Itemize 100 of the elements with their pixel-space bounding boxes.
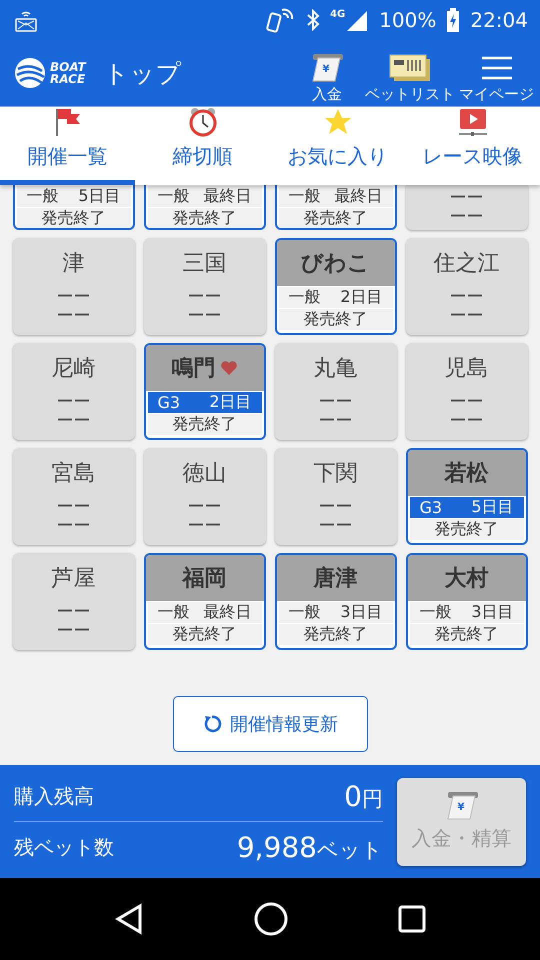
no-race-mark: ーー: [450, 307, 484, 326]
venue-card[interactable]: 丸亀 ーー ーー: [274, 343, 396, 440]
header-action[interactable]: ¥ 入金: [293, 52, 361, 104]
battery-charging-icon: [446, 8, 460, 32]
venue-card[interactable]: 鳴門 G3 2日目 発売終了: [144, 343, 266, 440]
grade-label: 一般: [158, 602, 190, 623]
no-race-mark: ーー: [56, 603, 90, 622]
venue-card[interactable]: 一般 5日目 発売終了: [12, 185, 134, 230]
grade-label: 一般: [420, 602, 452, 623]
sales-status: 発売終了: [410, 624, 524, 645]
network-type: 4G: [330, 9, 346, 20]
venue-card[interactable]: 一般 最終日 発売終了: [274, 185, 396, 230]
no-race-mark: ーー: [450, 208, 484, 226]
no-race-mark: ーー: [450, 288, 484, 307]
venue-card[interactable]: 三国 ーー ーー: [144, 238, 266, 335]
venue-card[interactable]: 芦屋 ーー ーー: [12, 553, 134, 650]
venue-name: 唐津: [314, 565, 358, 593]
day-label: 2日目: [340, 287, 382, 308]
no-race-mark: ーー: [450, 393, 484, 412]
day-label: 5日目: [471, 497, 514, 518]
venue-card[interactable]: 福岡 一般 最終日 発売終了: [144, 553, 266, 650]
sales-status: 発売終了: [278, 309, 392, 330]
no-race-mark: ーー: [56, 307, 90, 326]
venue-card[interactable]: 尼崎 ーー ーー: [12, 343, 134, 440]
venue-name: 徳山: [182, 460, 226, 488]
balance-unit: 円: [362, 786, 383, 812]
recents-icon[interactable]: [398, 905, 426, 933]
no-race-mark: ーー: [318, 498, 352, 517]
venue-name: 住之江: [434, 250, 500, 278]
no-race-mark: ーー: [188, 517, 222, 536]
venue-card[interactable]: 津 ーー ーー: [12, 238, 134, 335]
grade-label: 一般: [288, 602, 320, 623]
no-race-mark: ーー: [450, 412, 484, 431]
venue-name: びわこ: [301, 250, 370, 278]
venue-card[interactable]: 一般 最終日 発売終了: [144, 185, 266, 230]
balance-value: 9,988: [236, 830, 317, 864]
venue-card[interactable]: 宮島 ーー ーー: [12, 448, 134, 545]
venue-card[interactable]: 児島 ーー ーー: [406, 343, 528, 440]
logo-mark-icon: [14, 57, 46, 89]
venue-card[interactable]: 住之江 ーー ーー: [406, 238, 528, 335]
tab[interactable]: お気に入り: [270, 107, 405, 185]
no-race-mark: ーー: [56, 498, 90, 517]
logo-text: RACE: [50, 73, 86, 85]
day-label: 2日目: [209, 392, 252, 413]
venue-name: 三国: [182, 250, 226, 278]
venue-card[interactable]: 大村 一般 3日目 発売終了: [406, 553, 528, 650]
venue-card[interactable]: ーー ーー: [406, 185, 528, 230]
sales-status: 発売終了: [148, 208, 262, 228]
tab[interactable]: レース映像: [405, 107, 540, 185]
day-label: 最終日: [334, 186, 382, 207]
header-action[interactable]: ベットリスト: [365, 52, 455, 104]
no-race-mark: ーー: [56, 517, 90, 536]
sales-status: 発売終了: [278, 208, 392, 228]
no-race-mark: ーー: [318, 412, 352, 431]
day-label: 3日目: [340, 602, 382, 623]
home-icon[interactable]: [252, 901, 289, 937]
no-race-mark: ーー: [56, 622, 90, 641]
day-label: 5日目: [78, 186, 120, 207]
grade-label: 一般: [288, 287, 320, 308]
balance-value: 0: [344, 780, 362, 812]
battery-percent: 100%: [379, 8, 436, 32]
sales-status: 発売終了: [16, 208, 130, 228]
venue-name: 福岡: [182, 565, 226, 593]
sales-status: 発売終了: [148, 414, 262, 435]
venue-name: 児島: [444, 355, 488, 383]
back-icon[interactable]: [114, 903, 144, 935]
star-icon: [322, 107, 352, 137]
balance-label: 購入残高: [14, 782, 94, 810]
refresh-icon: [202, 714, 222, 734]
venue-name: 若松: [444, 460, 488, 488]
balance-label: 残ベット数: [14, 834, 114, 860]
venue-card[interactable]: びわこ 一般 2日目 発売終了: [274, 238, 396, 335]
no-race-mark: ーー: [188, 288, 222, 307]
venue-name: 宮島: [52, 460, 96, 488]
nfc-phone-icon: [266, 7, 296, 33]
page-title: トップ: [104, 58, 182, 90]
balance-unit: ベット: [317, 836, 383, 864]
venue-card[interactable]: 下関 ーー ーー: [274, 448, 396, 545]
logo-text: BOAT: [50, 61, 86, 73]
venue-card[interactable]: 唐津 一般 3日目 発売終了: [274, 553, 396, 650]
venue-name: 丸亀: [314, 355, 358, 383]
no-race-mark: ーー: [188, 307, 222, 326]
no-race-mark: ーー: [56, 288, 90, 307]
tickets-icon: [388, 52, 432, 82]
grade-label: G3: [420, 498, 442, 517]
refresh-button[interactable]: 開催情報更新: [172, 696, 368, 752]
grade-label: 一般: [26, 186, 58, 207]
venue-card[interactable]: 徳山 ーー ーー: [144, 448, 266, 545]
header-action[interactable]: マイページ: [459, 52, 534, 104]
grade-label: 一般: [158, 186, 190, 207]
signal-icon: [345, 9, 370, 31]
venue-name: 芦屋: [52, 565, 96, 593]
no-race-mark: ーー: [188, 498, 222, 517]
no-race-mark: ーー: [56, 393, 90, 412]
tab[interactable]: 締切順: [135, 107, 270, 185]
grade-label: 一般: [288, 186, 320, 207]
sales-status: 発売終了: [148, 624, 262, 645]
sales-status: 発売終了: [410, 519, 524, 540]
venue-card[interactable]: 若松 G3 5日目 発売終了: [406, 448, 528, 545]
bluetooth-icon: [306, 9, 320, 31]
